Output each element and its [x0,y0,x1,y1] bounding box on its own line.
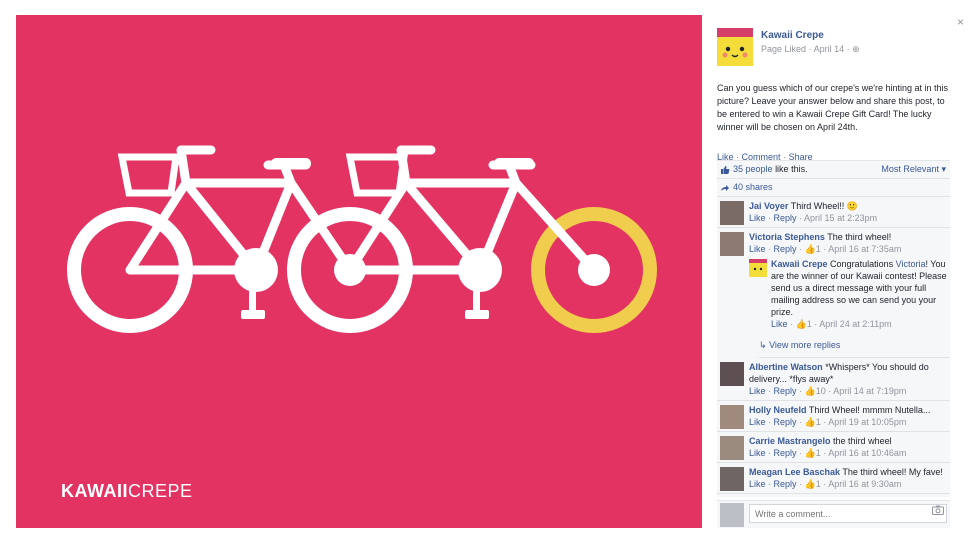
avatar [720,503,744,527]
commenter-name[interactable]: Albertine Watson [749,362,823,372]
camera-icon[interactable] [932,505,944,515]
reply-date[interactable]: April 24 at 2:11pm [819,319,891,329]
comment: Victoria Stephens The third wheel! Like … [717,228,950,336]
like-count-icon: 👍 [804,386,816,396]
share-icon [721,185,729,191]
page-avatar[interactable] [717,28,753,66]
comment-date[interactable]: April 16 at 9:30am [828,479,901,489]
page-name[interactable]: Kawaii Crepe [761,30,824,41]
comment-date[interactable]: April 19 at 10:05pm [828,417,906,427]
comment-like-link[interactable]: Like [749,417,766,427]
comment-like-count[interactable]: 1 [816,417,821,427]
comment-reply-link[interactable]: Reply [774,244,797,254]
likes-count[interactable]: 35 people [733,164,773,174]
comment-like-link[interactable]: Like [749,479,766,489]
comment-date[interactable]: April 16 at 7:35am [828,244,901,254]
comment-date[interactable]: April 14 at 7:19pm [833,386,906,396]
avatar[interactable] [720,405,744,429]
avatar[interactable] [720,201,744,225]
page-meta: Page Liked · April 14 · ⊕ [761,44,860,54]
comment: Albertine Watson *Whispers* You should d… [717,358,950,401]
comment-text: Third Wheel! mmmm Nutella... [808,405,931,415]
avatar[interactable] [720,232,744,256]
comment-text: the third wheel [833,436,892,446]
avatar[interactable] [720,362,744,386]
comment-like-count[interactable]: 10 [816,386,826,396]
comment-date[interactable]: April 15 at 2:23pm [804,213,877,223]
reply-like-link[interactable]: Like [771,319,788,329]
comment-reply-link[interactable]: Reply [774,417,797,427]
view-more-replies[interactable]: ↳ View more replies [759,336,950,358]
bicycles-illustration [67,145,657,333]
comment-text: The third wheel! [827,232,892,242]
comment-text: The third wheel! My fave! [842,467,943,477]
reply-arrow-icon: ↳ [759,340,767,350]
comment-date[interactable]: April 16 at 10:46am [828,448,906,458]
comment-like-link[interactable]: Like [749,213,766,223]
post-sidebar: Kawaii Crepe Page Liked · April 14 · ⊕ C… [717,28,950,162]
like-count-icon: 👍 [804,448,816,458]
reply: Kawaii Crepe Congratulations Victoria! Y… [749,255,950,333]
page-header: Kawaii Crepe Page Liked · April 14 · ⊕ [717,28,950,70]
comment: Holly Neufeld Third Wheel! mmmm Nutella.… [717,401,950,432]
comment-text: Third Wheel!! 🙂 [790,201,858,211]
comment-like-count[interactable]: 1 [816,244,821,254]
reply-mention[interactable]: Victoria [896,259,926,269]
like-count-icon: 👍 [804,479,816,489]
view-more-label: View more replies [769,340,841,350]
comment-like-link[interactable]: Like [749,448,766,458]
commenter-name[interactable]: Meagan Lee Baschak [749,467,840,477]
comment-meta: Like · Reply · 👍1 · April 19 at 10:05pm [749,417,907,427]
page-liked-status[interactable]: Page Liked [761,44,806,54]
comment-meta: Like · Reply · 👍1 · April 16 at 7:35am [749,244,902,254]
commenter-name[interactable]: Victoria Stephens [749,232,825,242]
post-date[interactable]: April 14 [814,44,845,54]
thumbs-up-icon [721,166,730,174]
shares-count[interactable]: 40 shares [733,182,773,192]
comment-reply-link[interactable]: Reply [774,213,797,223]
reply-author[interactable]: Kawaii Crepe [771,259,828,269]
likes-row: 35 people like this. Most Relevant ▾ [717,161,950,179]
comment-reply-link[interactable]: Reply [774,448,797,458]
commenter-name[interactable]: Carrie Mastrangelo [749,436,831,446]
commenter-name[interactable]: Jai Voyer [749,201,788,211]
avatar[interactable] [749,259,767,277]
avatar[interactable] [720,436,744,460]
post-text: Can you guess which of our crepe's we're… [717,83,949,132]
comment-like-count[interactable]: 1 [816,479,821,489]
comment: Carrie Mastrangelo the third wheel Like … [717,432,950,463]
comment-meta: Like · Reply · 👍10 · April 14 at 7:19pm [749,386,907,396]
reply-meta: Like · 👍1 · April 24 at 2:11pm [771,319,892,329]
comment-like-count[interactable]: 1 [816,448,821,458]
comment: Meagan Lee Baschak The third wheel! My f… [717,463,950,494]
comment: Jai Voyer Third Wheel!! 🙂 Like · Reply ·… [717,197,950,228]
shares-row: 40 shares [717,179,950,197]
comment-input[interactable] [749,504,947,523]
comment-meta: Like · Reply · April 15 at 2:23pm [749,213,878,223]
comment-like-link[interactable]: Like [749,386,766,396]
post-photo[interactable]: KAWAIICREPE [16,15,702,528]
commenter-name[interactable]: Holly Neufeld [749,405,807,415]
comment-reply-link[interactable]: Reply [774,386,797,396]
reply-text-before: Congratulations [830,259,894,269]
comment-reply-link[interactable]: Reply [774,479,797,489]
like-count-icon: 👍 [804,417,816,427]
chevron-down-icon: ▾ [941,164,946,174]
reply-like-count[interactable]: 1 [807,319,812,329]
comment-composer [717,500,950,528]
like-count-icon: 👍 [795,319,807,329]
brand-logo: KAWAIICREPE [61,481,193,501]
likes-suffix: like this. [775,164,808,174]
comment-like-link[interactable]: Like [749,244,766,254]
avatar[interactable] [720,467,744,491]
sort-dropdown[interactable]: Most Relevant ▾ [881,161,946,178]
sort-label: Most Relevant [881,164,939,174]
like-count-icon: 👍 [804,244,816,254]
feedback-panel: 35 people like this. Most Relevant ▾ 40 … [717,160,950,497]
comment-meta: Like · Reply · 👍1 · April 16 at 10:46am [749,448,907,458]
globe-icon: ⊕ [852,44,860,54]
comment-meta: Like · Reply · 👍1 · April 16 at 9:30am [749,479,902,489]
close-icon[interactable]: × [957,15,964,29]
